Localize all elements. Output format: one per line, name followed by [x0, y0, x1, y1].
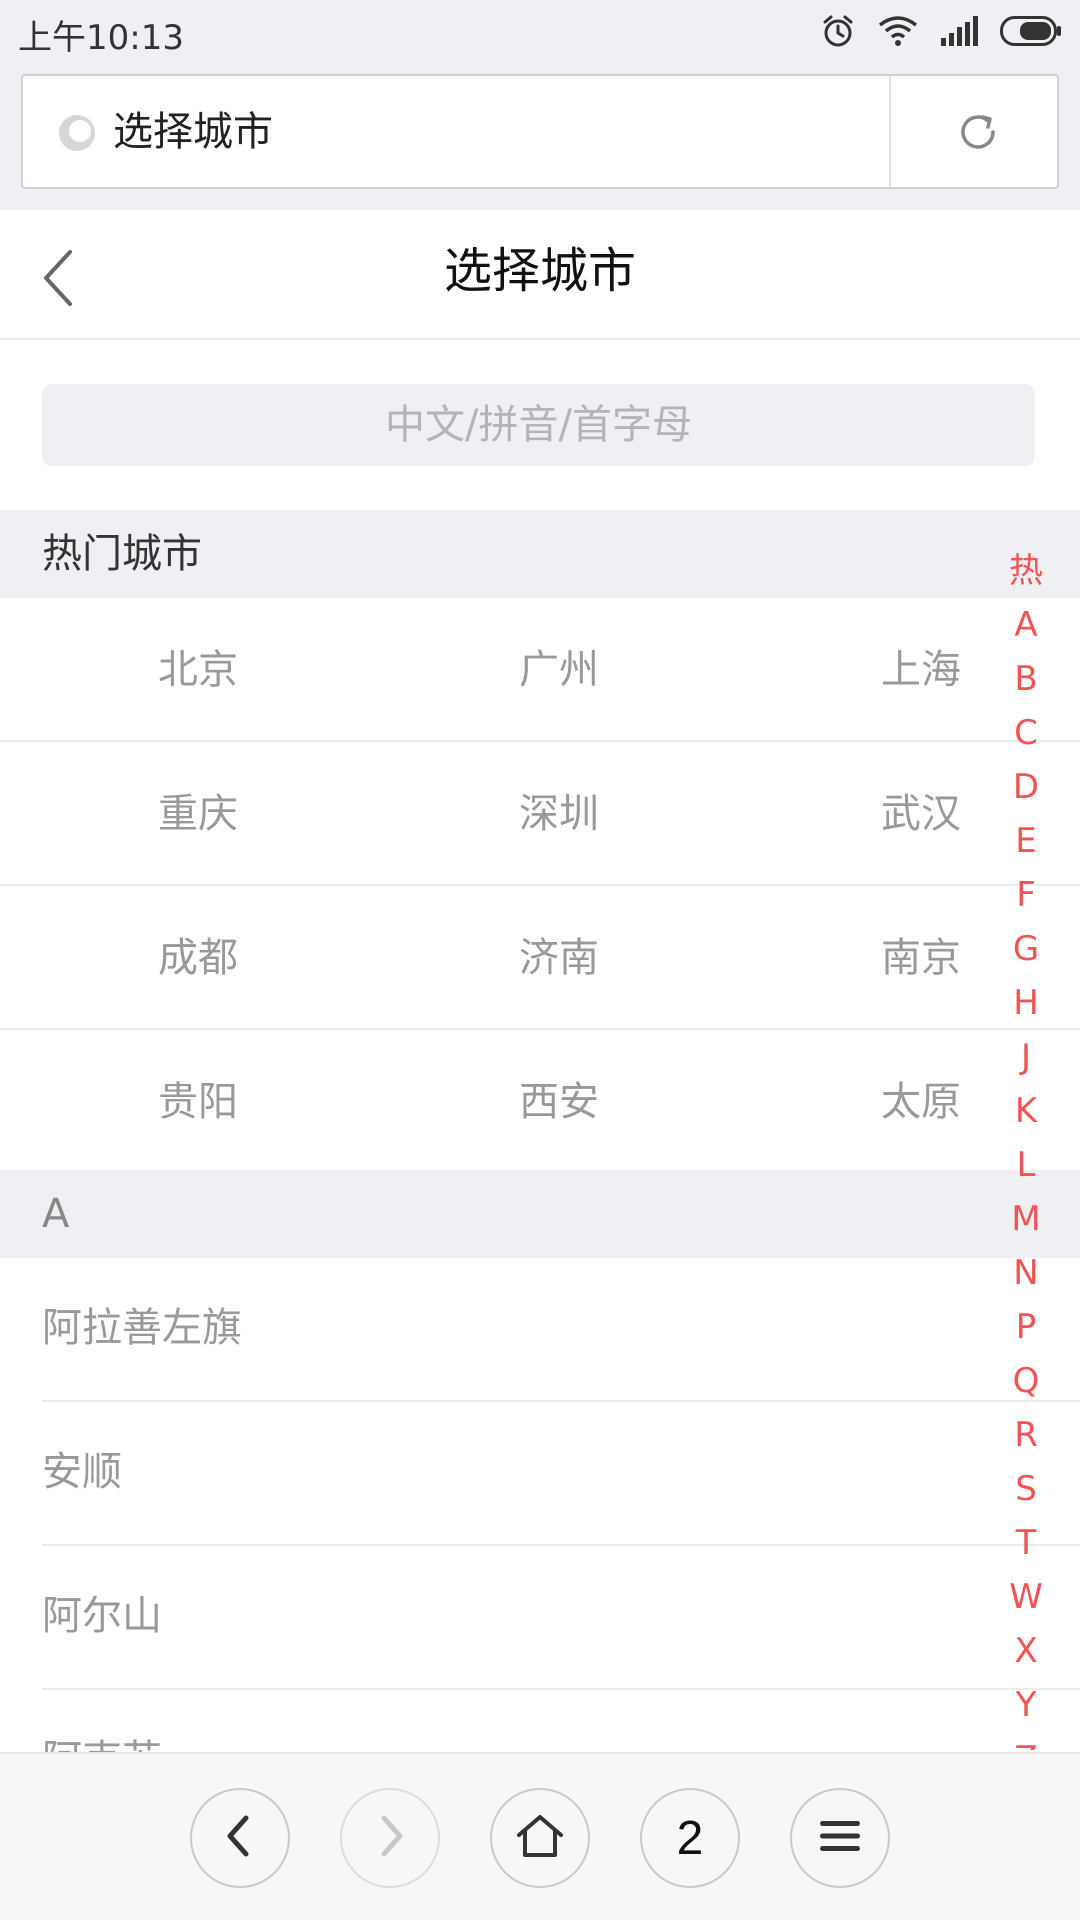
bottom-nav: 2 [0, 1752, 1080, 1920]
index-letter[interactable]: J [1000, 1030, 1052, 1084]
index-letter[interactable]: C [1000, 706, 1052, 760]
nav-home-button[interactable] [490, 1788, 590, 1888]
index-letter[interactable]: S [1000, 1462, 1052, 1516]
reload-icon[interactable] [953, 107, 1003, 157]
hot-cities-row: 北京 广州 上海 [0, 598, 1080, 742]
address-divider [889, 76, 891, 187]
hot-city[interactable]: 济南 [519, 930, 599, 986]
hot-city[interactable]: 上海 [881, 642, 961, 698]
index-letter[interactable]: W [1000, 1570, 1052, 1624]
nav-forward-button[interactable] [340, 1788, 440, 1888]
hot-cities-row: 重庆 深圳 武汉 [0, 742, 1080, 886]
nav-tabs-button[interactable]: 2 [640, 1788, 740, 1888]
index-letter[interactable]: T [1000, 1516, 1052, 1570]
city-list-item[interactable]: 阿尔山 [0, 1546, 1080, 1690]
hot-cities-row: 成都 济南 南京 [0, 886, 1080, 1030]
city-name: 阿拉善左旗 [42, 1305, 242, 1351]
index-letter[interactable]: Y [1000, 1678, 1052, 1732]
hot-city[interactable]: 贵阳 [158, 1074, 238, 1130]
page-header: 选择城市 [0, 210, 1080, 340]
city-list-item[interactable]: 安顺 [0, 1402, 1080, 1546]
city-name: 安顺 [42, 1449, 122, 1495]
address-text[interactable]: 选择城市 [113, 104, 273, 160]
index-letter[interactable]: X [1000, 1624, 1052, 1678]
index-letter[interactable]: G [1000, 922, 1052, 976]
index-letter[interactable]: E [1000, 814, 1052, 868]
status-icons [820, 10, 1062, 52]
index-letter[interactable]: Q [1000, 1354, 1052, 1408]
search-area [0, 342, 1080, 510]
chevron-left-icon [220, 1814, 260, 1862]
index-letter[interactable]: F [1000, 868, 1052, 922]
city-name: 阿尔山 [42, 1593, 162, 1639]
alphabet-index-bar[interactable]: 热 A B C D E F G H J K L M N P Q R S T W … [1000, 544, 1052, 1750]
index-hot[interactable]: 热 [1000, 544, 1052, 598]
chevron-right-icon [370, 1814, 410, 1862]
hot-cities-title: 热门城市 [42, 531, 202, 577]
hot-city[interactable]: 南京 [881, 930, 961, 986]
wifi-icon [878, 15, 918, 47]
hot-city[interactable]: 成都 [158, 930, 238, 986]
hot-cities-header: 热门城市 [0, 510, 1080, 598]
search-input[interactable] [42, 384, 1035, 466]
index-letter[interactable]: M [1000, 1192, 1052, 1246]
index-letter[interactable]: B [1000, 652, 1052, 706]
nav-menu-button[interactable] [790, 1788, 890, 1888]
alarm-icon [820, 13, 856, 49]
hot-city[interactable]: 广州 [519, 642, 599, 698]
hot-cities-row: 贵阳 西安 太原 [0, 1030, 1080, 1170]
status-time: 上午10:13 [18, 18, 184, 58]
hot-city[interactable]: 北京 [158, 642, 238, 698]
hot-city[interactable]: 深圳 [519, 786, 599, 842]
index-letter[interactable]: A [1000, 598, 1052, 652]
signal-icon [940, 16, 978, 46]
index-letter[interactable]: K [1000, 1084, 1052, 1138]
section-a-title: A [42, 1191, 70, 1237]
screen: 上午10:13 选择城市 选择城市 中文/拼音/首字母 热门城市 北京 广州 上… [0, 0, 1080, 1920]
hot-city[interactable]: 重庆 [158, 786, 238, 842]
site-icon [57, 113, 97, 153]
index-letter[interactable]: P [1000, 1300, 1052, 1354]
hot-city[interactable]: 西安 [519, 1074, 599, 1130]
index-letter[interactable]: N [1000, 1246, 1052, 1300]
hot-city[interactable]: 武汉 [881, 786, 961, 842]
city-list-item[interactable]: 阿拉善左旗 [0, 1258, 1080, 1402]
index-letter[interactable]: L [1000, 1138, 1052, 1192]
section-a-header: A [0, 1170, 1080, 1258]
home-icon [515, 1813, 565, 1863]
battery-icon [1000, 16, 1062, 46]
page-title: 选择城市 [443, 243, 636, 299]
address-bar[interactable]: 选择城市 [21, 74, 1059, 189]
hot-city[interactable]: 太原 [881, 1074, 961, 1130]
nav-back-button[interactable] [190, 1788, 290, 1888]
index-letter[interactable]: H [1000, 976, 1052, 1030]
index-letter[interactable]: D [1000, 760, 1052, 814]
browser-chrome: 上午10:13 选择城市 [0, 0, 1080, 210]
tab-count: 2 [676, 1811, 704, 1865]
index-letter[interactable]: R [1000, 1408, 1052, 1462]
index-letter[interactable]: Z [1000, 1732, 1052, 1750]
menu-icon [818, 1818, 862, 1858]
status-bar: 上午10:13 [0, 0, 1080, 62]
